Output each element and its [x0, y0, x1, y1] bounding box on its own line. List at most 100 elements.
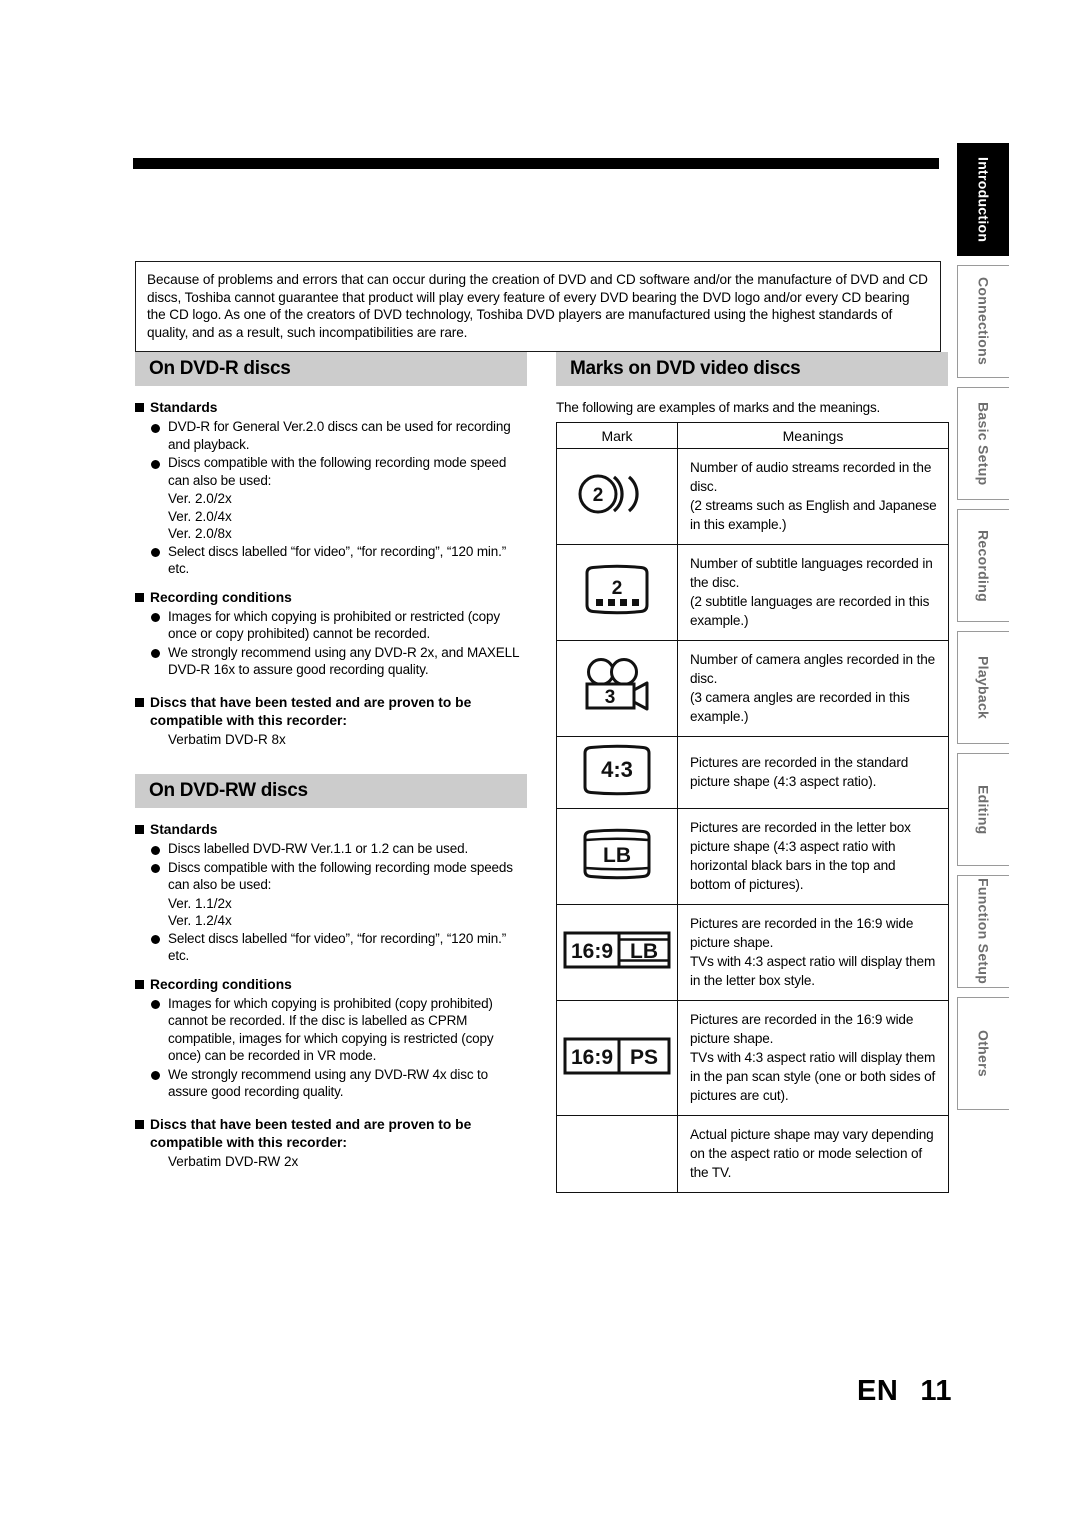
- meaning-line: Pictures are recorded in the standard pi…: [690, 755, 909, 789]
- table-row: 2 Number of audio streams recorded in th…: [556, 448, 949, 545]
- meaning-line: Pictures are recorded in the letter box …: [690, 820, 911, 892]
- manual-page: Because of problems and errors that can …: [0, 0, 1080, 1528]
- sidebar-tab-connections[interactable]: Connections: [957, 265, 1009, 378]
- tab-label: Playback: [975, 655, 992, 720]
- svg-text:LB: LB: [603, 844, 631, 867]
- mark-cell: 3: [556, 640, 678, 737]
- aspect-4-3-icon: 4:3: [575, 743, 659, 797]
- table-row: 3 Number of camera angles recorded in th…: [556, 640, 949, 737]
- bullet-list-recording-conditions-rw: Images for which copying is prohibited (…: [151, 995, 527, 1101]
- sidebar-tab-others[interactable]: Others: [957, 997, 1009, 1110]
- left-column: On DVD-R discs Standards DVD-R for Gener…: [135, 352, 527, 1170]
- sidebar-tab-function-setup[interactable]: Function Setup: [957, 875, 1009, 988]
- table-header-row: Mark Meanings: [556, 422, 949, 449]
- mark-cell: LB: [556, 808, 678, 905]
- tab-label: Basic Setup: [975, 401, 992, 486]
- sidebar-tab-introduction[interactable]: Introduction: [957, 143, 1009, 256]
- bullet-list-standards-r: DVD-R for General Ver.2.0 discs can be u…: [151, 418, 527, 489]
- audio-streams-icon: 2: [574, 470, 660, 518]
- subheading-label: Recording conditions: [150, 589, 292, 605]
- subheading-standards-rw: Standards: [135, 821, 527, 839]
- mark-cell: 16:9 PS: [556, 1000, 678, 1116]
- subheading-tested-discs-rw: Discs that have been tested and are prov…: [135, 1116, 527, 1152]
- bullet-list-standards-rw: Discs labelled DVD-RW Ver.1.1 or 1.2 can…: [151, 840, 527, 894]
- sidebar-tab-editing[interactable]: Editing: [957, 753, 1009, 866]
- bullet-list-standards-rw-2: Select discs labelled “for video”, “for …: [151, 930, 527, 965]
- mark-cell: 4:3: [556, 736, 678, 809]
- table-row: 4:3 Pictures are recorded in the standar…: [556, 736, 949, 809]
- mark-cell: 2: [556, 544, 678, 641]
- subtitle-languages-icon: 2: [577, 563, 657, 617]
- section-title: Marks on DVD video discs: [570, 358, 801, 379]
- legal-notice-box: Because of problems and errors that can …: [135, 261, 941, 353]
- letter-box-icon: LB: [575, 827, 659, 881]
- bullet-list-recording-conditions-r: Images for which copying is prohibited o…: [151, 608, 527, 679]
- svg-text:LB: LB: [630, 940, 658, 963]
- svg-text:16:9: 16:9: [571, 1046, 613, 1069]
- wide-16-9-panscan-icon: 16:9 PS: [561, 1034, 673, 1078]
- svg-text:2: 2: [593, 485, 604, 506]
- square-bullet-icon: [135, 1119, 144, 1129]
- square-bullet-icon: [135, 979, 144, 989]
- tab-label: Connections: [975, 277, 992, 366]
- svg-text:16:9: 16:9: [571, 940, 613, 963]
- sidebar-tab-basic-setup[interactable]: Basic Setup: [957, 387, 1009, 500]
- list-item: Select discs labelled “for video”, “for …: [151, 543, 527, 578]
- meaning-line: Pictures are recorded in the 16:9 wide p…: [690, 916, 936, 988]
- list-item: DVD-R for General Ver.2.0 discs can be u…: [151, 418, 527, 453]
- subheading-recording-conditions-r: Recording conditions: [135, 589, 527, 607]
- table-row: 2 Number of subtitle languages recorded …: [556, 544, 949, 641]
- table-row: 16:9 LB Pictures are recorded in the 16:…: [556, 904, 949, 1001]
- list-item: We strongly recommend using any DVD-RW 4…: [151, 1066, 527, 1101]
- list-item: We strongly recommend using any DVD-R 2x…: [151, 644, 527, 679]
- page-footer: EN 11: [857, 1375, 952, 1408]
- table-row: LB Pictures are recorded in the letter b…: [556, 808, 949, 905]
- bullet-list-standards-r-2: Select discs labelled “for video”, “for …: [151, 543, 527, 578]
- legal-notice-text: Because of problems and errors that can …: [147, 272, 928, 340]
- meaning-line: Number of audio streams recorded in the …: [690, 460, 937, 532]
- column-header-meanings: Meanings: [677, 422, 949, 449]
- list-item: Images for which copying is prohibited (…: [151, 995, 527, 1065]
- subheading-label: Standards: [150, 400, 218, 415]
- list-item: Discs labelled DVD-RW Ver.1.1 or 1.2 can…: [151, 840, 527, 858]
- tab-label: Editing: [975, 784, 992, 835]
- list-item: Discs compatible with the following reco…: [151, 454, 527, 489]
- square-bullet-icon: [135, 592, 144, 602]
- subheading-standards-r: Standards: [135, 399, 527, 417]
- footer-language-code: EN: [857, 1375, 899, 1407]
- sidebar-tab-playback[interactable]: Playback: [957, 631, 1009, 744]
- mark-cell: 2: [556, 448, 678, 545]
- meaning-cell: Number of subtitle languages recorded in…: [677, 544, 949, 641]
- version-line: Ver. 2.0/2x: [168, 491, 232, 506]
- version-line: Ver. 1.1/2x: [168, 895, 232, 911]
- subheading-tested-discs-r: Discs that have been tested and are prov…: [135, 694, 527, 730]
- tested-disc-value: Verbatim DVD-R 8x: [168, 731, 286, 747]
- svg-text:3: 3: [605, 687, 616, 708]
- top-rule-bar: [133, 158, 939, 169]
- camera-angles-icon: 3: [577, 657, 657, 715]
- meaning-line: Actual picture shape may vary depending …: [690, 1127, 934, 1180]
- subheading-label: Discs that have been tested and are prov…: [150, 694, 472, 728]
- tab-label: Recording: [975, 529, 992, 602]
- right-column: Marks on DVD video discs The following a…: [556, 352, 949, 1193]
- meaning-cell: Actual picture shape may vary depending …: [677, 1115, 949, 1193]
- tab-label: Introduction: [975, 156, 992, 243]
- sidebar-tab-recording[interactable]: Recording: [957, 509, 1009, 622]
- meaning-cell: Number of audio streams recorded in the …: [677, 448, 949, 545]
- meaning-line: Number of subtitle languages recorded in…: [690, 556, 933, 628]
- square-bullet-icon: [135, 403, 144, 412]
- column-header-mark: Mark: [556, 422, 678, 449]
- list-item: Discs compatible with the following reco…: [151, 859, 527, 894]
- version-line: Ver. 2.0/8x: [168, 526, 232, 541]
- tab-label: Function Setup: [975, 878, 992, 985]
- section-title: On DVD-R discs: [149, 358, 291, 379]
- square-bullet-icon: [135, 697, 144, 707]
- section-tab-strip: Introduction Connections Basic Setup Rec…: [957, 143, 1009, 1119]
- section-heading-dvd-r: On DVD-R discs: [135, 352, 527, 386]
- meaning-line: Number of camera angles recorded in the …: [690, 652, 936, 724]
- section-title: On DVD-RW discs: [149, 780, 308, 801]
- marks-intro-text: The following are examples of marks and …: [556, 400, 881, 415]
- meaning-cell: Pictures are recorded in the letter box …: [677, 808, 949, 905]
- meaning-line: Pictures are recorded in the 16:9 wide p…: [690, 1012, 936, 1103]
- section-heading-marks: Marks on DVD video discs: [556, 352, 948, 386]
